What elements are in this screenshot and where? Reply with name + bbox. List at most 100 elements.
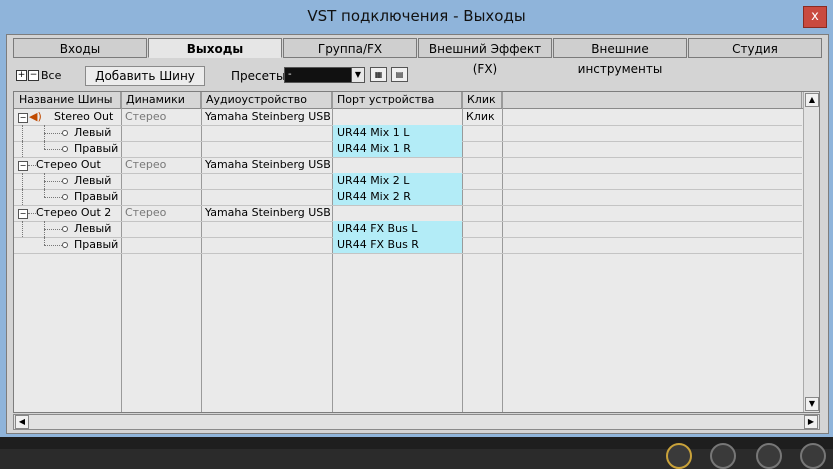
table-row[interactable]: Правый UR44 Mix 1 R — [14, 141, 802, 158]
col-empty — [502, 92, 802, 108]
table-header: Название Шины Динамики Аудиоустройство П… — [14, 92, 819, 109]
port-cell[interactable] — [332, 205, 462, 221]
tab-external-instruments[interactable]: Внешние инструменты — [553, 38, 687, 76]
channel-node-icon — [62, 178, 68, 184]
collapse-icon[interactable]: − — [18, 113, 28, 123]
tree-line — [44, 189, 45, 197]
port-cell[interactable]: UR44 Mix 2 R — [333, 189, 462, 205]
bus-name: Stereo Out — [54, 110, 114, 123]
tree-line — [44, 197, 62, 198]
port-cell[interactable]: UR44 Mix 1 L — [333, 125, 462, 141]
port-cell[interactable]: UR44 FX Bus L — [333, 221, 462, 237]
speakers-cell: Стерео — [125, 158, 167, 171]
remove-preset-icon[interactable]: ▤ — [391, 67, 408, 82]
tree-line — [44, 133, 62, 134]
channel-name: Левый — [74, 126, 112, 139]
port-cell[interactable]: UR44 FX Bus R — [333, 237, 462, 253]
presets-select[interactable]: - ▼ — [284, 67, 365, 83]
tree-line — [22, 173, 23, 189]
device-cell[interactable]: Yamaha Steinberg USB A — [201, 205, 332, 221]
tree-line — [44, 141, 45, 149]
table-row[interactable]: − Стерео Out Стерео Yamaha Steinberg USB… — [14, 157, 802, 174]
tree-line — [22, 125, 23, 141]
background-strip — [0, 437, 833, 449]
presets-value: - — [288, 69, 292, 80]
tab-studio[interactable]: Студия — [688, 38, 822, 58]
click-cell[interactable] — [462, 205, 502, 221]
tab-inputs[interactable]: Входы — [13, 38, 147, 58]
tab-bar: Входы Выходы Группа/FX Внешний Эффект (F… — [13, 38, 824, 76]
presets-label: Пресеты — [231, 69, 286, 83]
tab-external-fx[interactable]: Внешний Эффект (FX) — [418, 38, 552, 76]
tree-line — [22, 141, 23, 157]
table-row[interactable]: Левый UR44 FX Bus L — [14, 221, 802, 238]
click-cell[interactable]: Клик — [462, 109, 502, 125]
table-row[interactable]: − ◀) Stereo Out Стерео Yamaha Steinberg … — [14, 109, 802, 126]
toolbar: + − Все Добавить Шину Пресеты - ▼ ▦ ▤ — [13, 65, 824, 87]
channel-node-icon — [62, 146, 68, 152]
col-audio-device[interactable]: Аудиоустройство — [201, 92, 332, 108]
port-cell[interactable] — [332, 157, 462, 173]
knob-icon — [800, 443, 826, 469]
channel-name: Левый — [74, 222, 112, 235]
speakers-cell: Стерео — [125, 110, 167, 123]
tree-line — [22, 221, 23, 237]
bus-table: Название Шины Динамики Аудиоустройство П… — [13, 91, 820, 413]
window-title: VST подключения - Выходы — [307, 7, 526, 25]
title-bar: VST подключения - Выходы x — [0, 0, 833, 34]
device-cell[interactable]: Yamaha Steinberg USB A — [201, 109, 332, 125]
collapse-icon[interactable]: − — [18, 161, 28, 171]
device-cell[interactable]: Yamaha Steinberg USB A — [201, 157, 332, 173]
main-panel: Входы Выходы Группа/FX Внешний Эффект (F… — [6, 34, 829, 434]
knob-icon — [756, 443, 782, 469]
speaker-icon: ◀) — [29, 110, 42, 123]
vertical-scrollbar[interactable]: ▲ ▼ — [803, 92, 819, 412]
tab-group-fx[interactable]: Группа/FX — [283, 38, 417, 58]
port-cell[interactable]: UR44 Mix 1 R — [333, 141, 462, 157]
bus-name: Стерео Out 2 — [36, 206, 112, 219]
plus-box-icon[interactable]: + — [16, 70, 27, 81]
scroll-up-icon[interactable]: ▲ — [805, 93, 819, 107]
scroll-right-icon[interactable]: ▶ — [804, 415, 818, 429]
table-row[interactable]: − Стерео Out 2 Стерео Yamaha Steinberg U… — [14, 205, 802, 222]
horizontal-scrollbar[interactable]: ◀ ▶ — [13, 414, 820, 430]
knob-icon — [666, 443, 692, 469]
col-bus-name[interactable]: Название Шины — [14, 92, 121, 108]
channel-node-icon — [62, 242, 68, 248]
channel-name: Правый — [74, 190, 119, 203]
port-cell[interactable] — [332, 109, 462, 125]
channel-node-icon — [62, 130, 68, 136]
tree-line — [44, 181, 62, 182]
collapse-icon[interactable]: − — [18, 209, 28, 219]
add-bus-button[interactable]: Добавить Шину — [85, 66, 205, 86]
col-click[interactable]: Клик — [462, 92, 502, 108]
scroll-left-icon[interactable]: ◀ — [15, 415, 29, 429]
tab-outputs[interactable]: Выходы — [148, 38, 282, 58]
tree-line — [22, 189, 23, 205]
table-row[interactable]: Правый UR44 FX Bus R — [14, 237, 802, 254]
store-preset-icon[interactable]: ▦ — [370, 67, 387, 82]
click-cell[interactable] — [462, 157, 502, 173]
table-row[interactable]: Правый UR44 Mix 2 R — [14, 189, 802, 206]
tree-line — [44, 237, 45, 245]
knob-icon — [710, 443, 736, 469]
col-speakers[interactable]: Динамики — [121, 92, 201, 108]
scroll-down-icon[interactable]: ▼ — [805, 397, 819, 411]
channel-name: Левый — [74, 174, 112, 187]
channel-name: Правый — [74, 142, 119, 155]
bus-name: Стерео Out — [36, 158, 101, 171]
table-row[interactable]: Левый UR44 Mix 1 L — [14, 125, 802, 142]
tree-line — [44, 245, 62, 246]
channel-node-icon — [62, 226, 68, 232]
all-label: Все — [41, 69, 62, 82]
minus-box-icon[interactable]: − — [28, 70, 39, 81]
port-cell[interactable]: UR44 Mix 2 L — [333, 173, 462, 189]
channel-name: Правый — [74, 238, 119, 251]
table-row[interactable]: Левый UR44 Mix 2 L — [14, 173, 802, 190]
window-frame: Входы Выходы Группа/FX Внешний Эффект (F… — [0, 34, 833, 437]
chevron-down-icon[interactable]: ▼ — [351, 68, 364, 82]
col-device-port[interactable]: Порт устройства — [332, 92, 462, 108]
tree-line — [44, 229, 62, 230]
speakers-cell: Стерео — [125, 206, 167, 219]
close-button[interactable]: x — [803, 6, 827, 28]
